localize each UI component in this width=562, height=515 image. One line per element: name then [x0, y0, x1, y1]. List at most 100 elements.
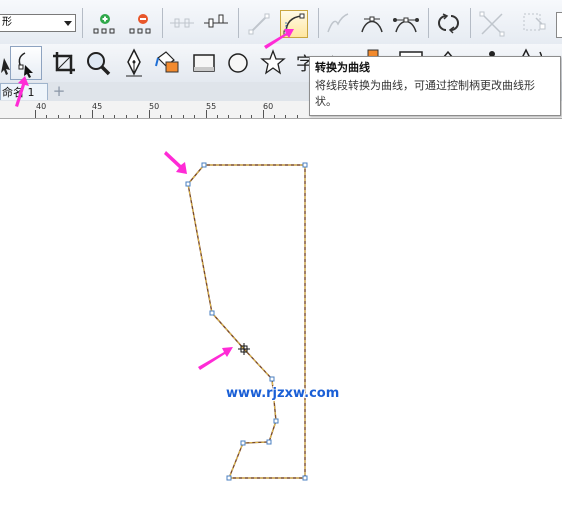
- shape-tool[interactable]: [10, 46, 42, 80]
- extract-subpath-button[interactable]: [520, 10, 548, 38]
- ruler-tick: [297, 115, 298, 118]
- symmetrical-node-icon: [393, 17, 419, 33]
- plus-icon: +: [52, 82, 66, 100]
- node-handle[interactable]: [209, 310, 215, 316]
- freehand-tool[interactable]: [118, 46, 150, 80]
- ruler-tick: [183, 115, 184, 118]
- separator: [470, 8, 471, 38]
- arrow-icon: [164, 151, 187, 174]
- break-curve-button[interactable]: [202, 10, 230, 38]
- cusp-node-button[interactable]: [324, 10, 352, 38]
- ruler-tick: [251, 115, 252, 118]
- ruler-tick: [206, 110, 207, 118]
- delete-node-icon: [129, 14, 151, 34]
- separator: [428, 8, 429, 38]
- rectangle-icon: [193, 54, 215, 72]
- node-handle[interactable]: [302, 162, 308, 168]
- ruler-label: 40: [36, 102, 47, 111]
- extend-curve-to-close-button[interactable]: [478, 10, 506, 38]
- curve-nodes[interactable]: [185, 162, 308, 481]
- document-tab-label: 命名 1: [2, 86, 35, 99]
- node-handle[interactable]: [240, 440, 246, 446]
- node-handle[interactable]: [266, 439, 272, 445]
- smooth-node-button[interactable]: [358, 10, 386, 38]
- add-document-tab-button[interactable]: +: [49, 83, 69, 100]
- ruler-tick: [171, 115, 172, 118]
- tooltip: 转换为曲线 将线段转换为曲线，可通过控制柄更改曲线形状。: [309, 56, 561, 116]
- reverse-direction-icon: [438, 13, 459, 34]
- node-handle[interactable]: [269, 376, 275, 382]
- ruler-tick: [92, 110, 93, 118]
- node-handle[interactable]: [201, 162, 207, 168]
- separator: [238, 8, 239, 38]
- convert-to-curve-icon: [283, 13, 305, 36]
- tooltip-body: 将线段转换为曲线，可通过控制柄更改曲线形状。: [315, 79, 535, 108]
- ruler-tick: [194, 115, 195, 118]
- canvas-svg: [164, 151, 308, 481]
- object-type-combo[interactable]: 形: [0, 14, 76, 32]
- extend-curve-icon: [479, 11, 505, 37]
- magnifier-icon: [87, 52, 111, 76]
- cusp-node-icon: [327, 13, 349, 33]
- ruler-tick: [274, 115, 275, 118]
- ruler-label: 50: [149, 102, 160, 111]
- separator: [318, 8, 319, 38]
- add-node-icon: [93, 14, 115, 34]
- ruler-label: 45: [92, 102, 103, 111]
- ruler-tick: [285, 115, 286, 118]
- separator: [162, 8, 163, 38]
- ruler-tick: [240, 115, 241, 118]
- ruler-tick: [80, 115, 81, 118]
- chevron-down-icon[interactable]: [64, 21, 72, 26]
- ruler-tick: [228, 115, 229, 118]
- ruler-tick: [149, 110, 150, 118]
- extract-subpath-icon: [523, 13, 546, 31]
- smooth-node-icon: [361, 16, 383, 33]
- ruler-tick: [126, 115, 127, 118]
- star-icon: [260, 49, 286, 75]
- break-curve-icon: [204, 14, 228, 28]
- line-segment-icon: [248, 13, 270, 35]
- ruler-tick: [103, 115, 104, 118]
- shape-tool-icon: [18, 52, 33, 78]
- separator: [82, 8, 83, 38]
- ellipse-icon: [228, 53, 248, 73]
- smart-fill-tool[interactable]: [152, 46, 184, 80]
- object-type-combo-value: 形: [2, 17, 12, 28]
- ruler-tick: [137, 115, 138, 118]
- convert-to-curve-button[interactable]: [280, 10, 308, 38]
- selection-outline: [187, 164, 306, 479]
- convert-to-line-button[interactable]: [245, 10, 273, 38]
- delete-node-button[interactable]: [126, 10, 154, 38]
- node-handle[interactable]: [185, 181, 191, 187]
- tooltip-title: 转换为曲线: [315, 61, 370, 74]
- drawing-canvas[interactable]: [0, 119, 562, 515]
- ruler-tick: [217, 115, 218, 118]
- ruler-tick: [46, 115, 47, 118]
- symmetrical-node-button[interactable]: [392, 10, 420, 38]
- node-handle[interactable]: [302, 475, 308, 481]
- document-tab[interactable]: 命名 1: [0, 83, 48, 100]
- crop-tool[interactable]: [48, 46, 80, 80]
- node-handle[interactable]: [226, 475, 232, 481]
- ruler-tick: [58, 115, 59, 118]
- ruler-label: 60: [263, 102, 274, 111]
- watermark-text: www.rjzxw.com: [226, 386, 340, 401]
- join-nodes-button[interactable]: [168, 10, 196, 38]
- property-bar: 形: [0, 0, 562, 45]
- join-nodes-icon: [170, 18, 194, 28]
- zoom-tool[interactable]: [82, 46, 114, 80]
- curve-object[interactable]: [187, 164, 306, 479]
- overflow-control[interactable]: [556, 12, 562, 38]
- polygon-tool[interactable]: [257, 46, 289, 80]
- pen-nib-icon: [126, 48, 142, 77]
- ruler-label: 55: [206, 102, 217, 111]
- reverse-direction-button[interactable]: [434, 10, 462, 38]
- ruler-tick: [263, 110, 264, 118]
- ellipse-tool[interactable]: [222, 46, 254, 80]
- rectangle-tool[interactable]: [188, 46, 220, 80]
- node-handle[interactable]: [273, 418, 279, 424]
- ruler-tick: [35, 110, 36, 118]
- ruler-tick: [114, 115, 115, 118]
- add-node-button[interactable]: [90, 10, 118, 38]
